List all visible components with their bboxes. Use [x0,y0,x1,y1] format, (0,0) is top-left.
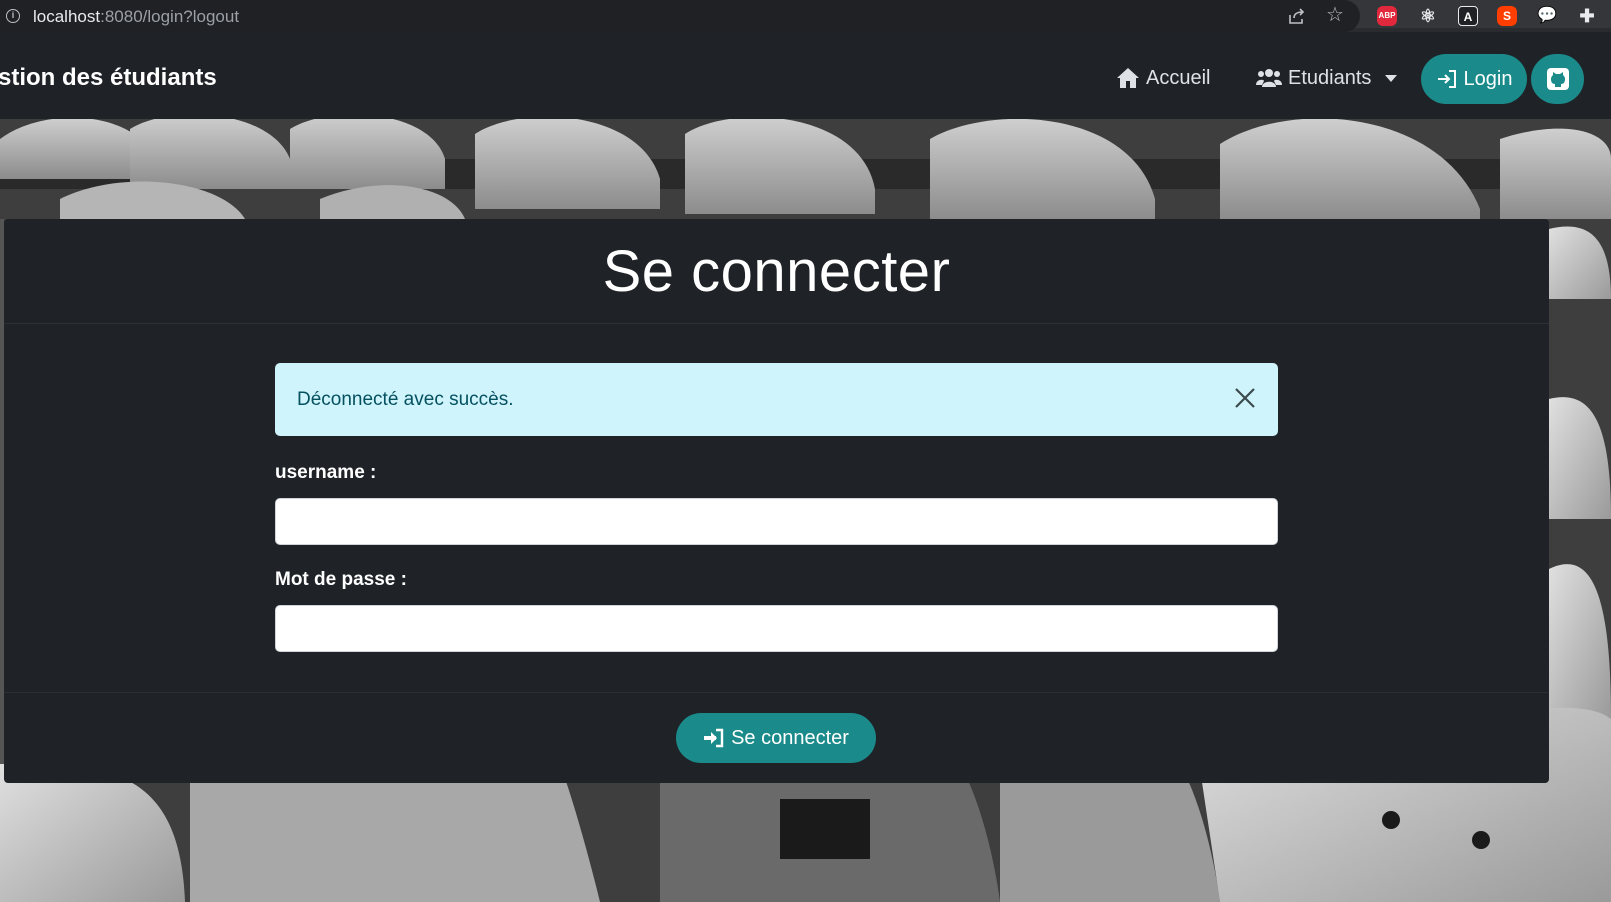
extensions-puzzle-icon[interactable]: ✚ [1577,6,1597,26]
chat-extension-icon[interactable]: 💬 [1537,6,1557,26]
username-label: username : [275,462,377,483]
login-card: Se connecter Déconnecté avec succès. use… [4,219,1549,783]
alert-message: Déconnecté avec succès. [297,389,514,410]
page-title: Se connecter [602,238,951,304]
url-path: :8080/login?logout [100,7,240,26]
nav-dropdown-etudiants[interactable]: Etudiants [1256,64,1398,92]
svelte-extension-icon[interactable]: S [1497,6,1517,26]
angular-extension-icon[interactable]: A [1458,6,1478,26]
bookmark-star-icon[interactable]: ☆ [1326,5,1344,25]
navbar-brand[interactable]: stion des étudiants [0,64,217,92]
github-button[interactable] [1531,54,1584,104]
login-button-label: Login [1463,67,1513,90]
chevron-down-icon [1385,74,1398,82]
close-icon[interactable] [1232,385,1258,411]
share-icon[interactable] [1288,7,1306,25]
address-bar[interactable]: i localhost:8080/login?logout ☆ [0,0,1360,32]
react-devtools-extension-icon[interactable]: ⚛ [1418,6,1438,26]
navbar: stion des étudiants Accueil Etudiants Lo… [0,36,1611,119]
browser-toolbar: i localhost:8080/login?logout ☆ ABP ⚛ A … [0,0,1611,32]
github-icon [1546,68,1569,90]
submit-login-button-label: Se connecter [731,726,849,749]
sign-in-icon [704,728,724,748]
adblock-extension-icon[interactable]: ABP [1377,6,1397,26]
nav-link-accueil-label: Accueil [1146,66,1211,89]
users-icon [1256,69,1282,87]
site-info-icon[interactable]: i [6,9,20,23]
card-header: Se connecter [4,219,1549,324]
password-input[interactable] [275,605,1278,652]
login-button[interactable]: Login [1421,54,1527,104]
submit-login-button[interactable]: Se connecter [676,713,876,763]
nav-dropdown-etudiants-label: Etudiants [1288,66,1372,89]
logout-success-alert: Déconnecté avec succès. [275,363,1278,436]
password-label: Mot de passe : [275,569,407,590]
username-input[interactable] [275,498,1278,545]
home-icon [1117,68,1139,88]
nav-link-accueil[interactable]: Accueil [1116,64,1210,92]
url-host: localhost [33,7,101,26]
sign-in-icon [1437,70,1456,88]
url-text[interactable]: localhost:8080/login?logout [33,7,239,27]
